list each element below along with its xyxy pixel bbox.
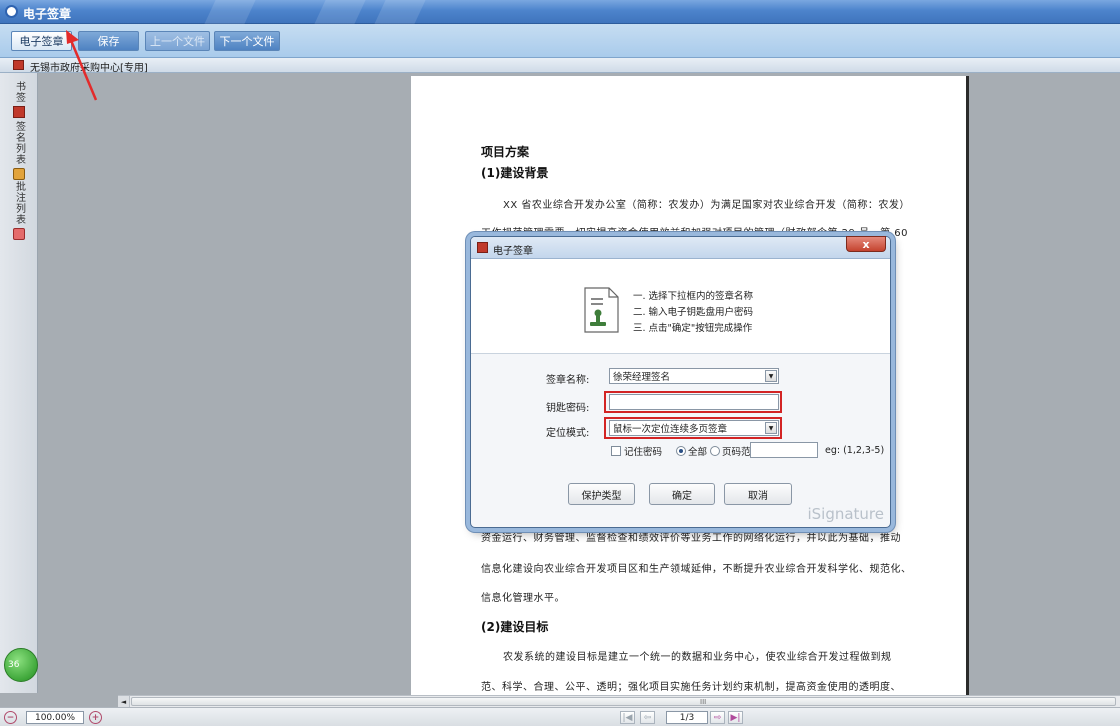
document-icon [477,242,488,253]
doc-heading: (1)建设背景 [481,166,549,180]
last-page-icon[interactable]: ▶| [728,711,743,724]
ok-button[interactable]: 确定 [649,483,715,505]
app-logo-icon [5,5,18,18]
sidebar-item-label: 书签 [13,81,25,103]
zoom-in-icon[interactable]: + [89,711,102,724]
sidebar-item-label: 签名列表 [13,121,25,165]
doc-paragraph: 信息化建设向农业综合开发项目区和生产领域延伸，不断提升农业综合开发科学化、规范化… [481,564,912,575]
remember-password-label: 记住密码 [624,447,663,458]
doc-heading: 项目方案 [481,145,530,159]
scroll-thumb[interactable]: III [131,697,1116,706]
instruction-step: 一. 选择下拉框内的签章名称 [633,291,754,302]
doc-paragraph: 信息化管理水平。 [481,593,565,604]
options-row: 记住密码 全部 页码范围 [611,444,760,458]
page-range-example: eg: (1,2,3-5) [825,445,885,456]
key-password-input[interactable] [609,394,779,410]
title-decoration [204,0,256,24]
seal-name-label: 签章名称: [546,375,590,386]
dialog-title-bar: 电子签章 x [471,236,890,259]
status-bar: − 100.00% + |◀ ⇦ 1/3 ⇨ ▶| [0,707,1120,726]
position-mode-value: 鼠标一次定位连续多页签章 [613,424,728,435]
title-decoration [374,0,426,24]
chevron-down-icon[interactable]: ▼ [765,370,777,382]
zoom-level[interactable]: 100.00% [26,711,84,724]
chevron-down-icon[interactable]: ▼ [765,422,777,434]
page-range-radio[interactable] [710,446,721,456]
all-pages-radio[interactable] [676,446,687,456]
position-mode-select[interactable]: 鼠标一次定位连续多页签章 ▼ [609,420,779,436]
comment-icon [13,228,25,240]
document-tab[interactable]: 无锡市政府采购中心[专用] [30,59,148,74]
sidebar-item-signature-list[interactable]: 签名列表 [10,121,28,180]
first-page-icon[interactable]: |◀ [620,711,635,724]
window-title-bar: 电子签章 [0,0,1120,24]
seal-name-select[interactable]: 徐荣经理签名 ▼ [609,368,779,384]
sidebar-item-bookmarks[interactable]: 书签 [10,81,28,118]
doc-paragraph: XX 省农业综合开发办公室（简称：农发办）为满足国家对农业综合开发（简称：农发） [503,200,910,211]
book-icon [13,106,25,118]
page-number[interactable]: 1/3 [666,711,708,724]
horizontal-scrollbar[interactable]: ◄ III [118,695,1120,707]
window-title: 电子签章 [23,7,72,21]
toolbar: 电子签章 保存 上一个文件 下一个文件 [0,24,1120,58]
all-pages-label: 全部 [688,447,708,458]
doc-paragraph: 农发系统的建设目标是建立一个统一的数据和业务中心，使农业综合开发过程做到规 [503,652,892,663]
key-password-label: 钥匙密码: [546,403,590,414]
dialog-title: 电子签章 [493,246,533,257]
title-decoration [314,0,366,24]
instruction-step: 三. 点击"确定"按钮完成操作 [633,323,753,334]
prev-page-icon[interactable]: ⇦ [640,711,655,724]
cancel-button[interactable]: 取消 [724,483,792,505]
side-panel: 书签 签名列表 批注列表 [0,73,38,693]
scroll-grip: III [700,698,707,706]
doc-heading: (2)建设目标 [481,620,549,634]
isignature-watermark: iSignature [807,505,884,523]
sign-dialog: 电子签章 x 一. 选择下拉框内的签章名称 二. 输入电子钥匙盘用户密码 三. … [470,236,891,528]
seal-name-value: 徐荣经理签名 [613,372,671,383]
next-file-button[interactable]: 下一个文件 [214,31,280,51]
scroll-left-icon[interactable]: ◄ [118,696,130,707]
document-tab-strip: 无锡市政府采购中心[专用] [0,58,1120,74]
remember-password-checkbox[interactable] [611,446,621,456]
zoom-out-icon[interactable]: − [4,711,17,724]
prev-file-button[interactable]: 上一个文件 [145,31,210,51]
instruction-step: 二. 输入电子钥匙盘用户密码 [633,307,754,318]
page-range-input[interactable] [750,442,818,458]
floating-badge[interactable]: 36 [4,648,38,682]
close-button[interactable]: x [846,236,886,252]
stamp-document-icon [584,287,619,333]
protect-type-button[interactable]: 保护类型 [568,483,635,505]
electronic-sign-button[interactable]: 电子签章 [11,31,72,51]
doc-paragraph: 范、科学、合理、公平、透明；强化项目实施任务计划约束机制，提高资金使用的透明度、 [481,682,901,693]
sidebar-item-annotation-list[interactable]: 批注列表 [10,181,28,240]
lock-icon [13,168,25,180]
next-page-icon[interactable]: ⇨ [710,711,725,724]
sidebar-item-label: 批注列表 [13,181,25,225]
save-button[interactable]: 保存 [78,31,139,51]
document-icon [13,60,24,70]
position-mode-label: 定位模式: [546,428,590,439]
dialog-instructions-panel: 一. 选择下拉框内的签章名称 二. 输入电子钥匙盘用户密码 三. 点击"确定"按… [471,259,890,354]
doc-paragraph: 资金运行、财务管理、监督检查和绩效评价等业务工作的网络化运行，并以此为基础，推动 [481,533,901,544]
instruction-steps: 一. 选择下拉框内的签章名称 二. 输入电子钥匙盘用户密码 三. 点击"确定"按… [633,289,753,337]
